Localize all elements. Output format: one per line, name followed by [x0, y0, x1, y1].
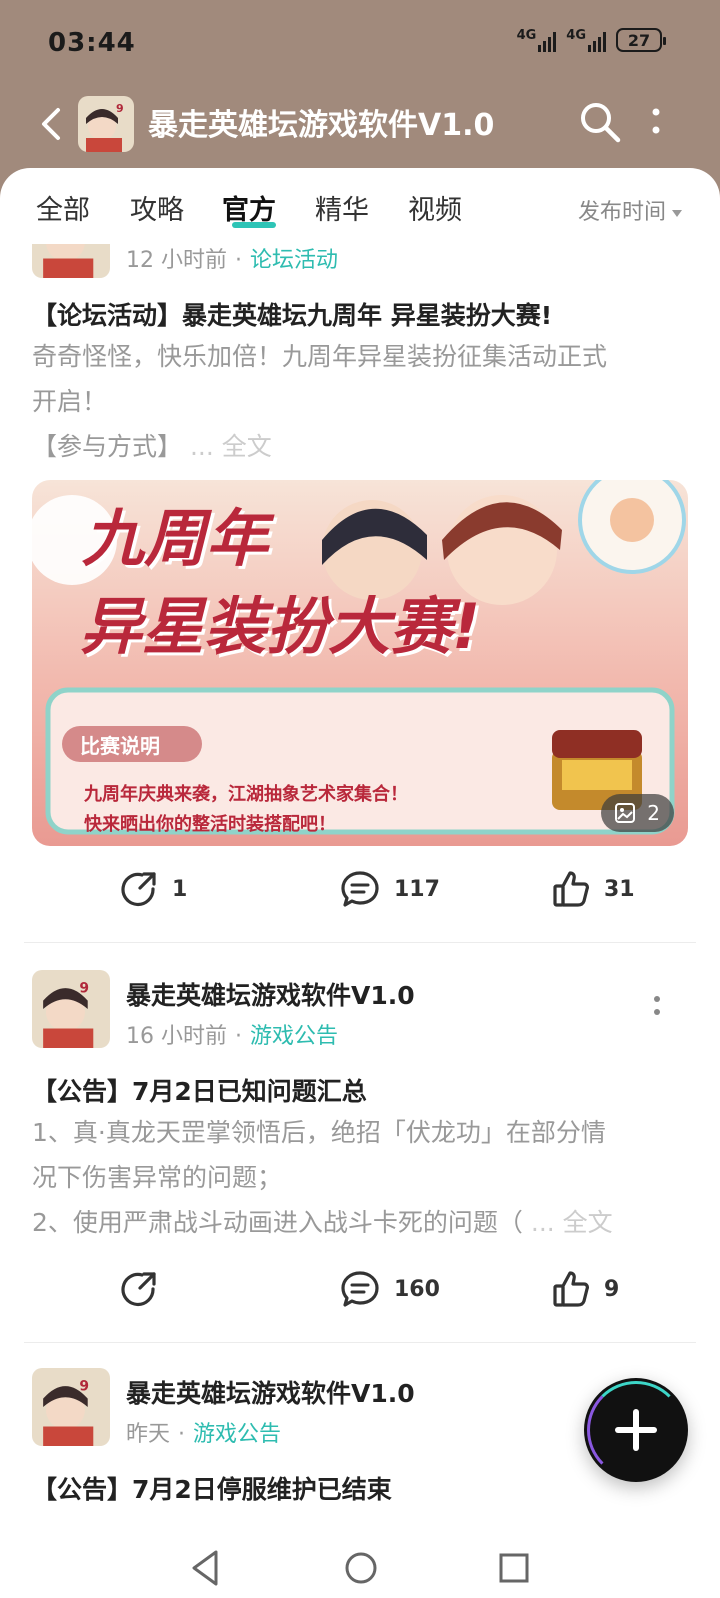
- excerpt-line: 2、使用严肃战斗动画进入战斗卡死的问题（: [32, 1208, 523, 1237]
- excerpt-line: 1、真·真龙天罡掌领悟后，绝招「伏龙功」在部分情: [32, 1118, 606, 1147]
- nav-recents-icon[interactable]: [496, 1548, 532, 1588]
- read-more-link[interactable]: 全文: [222, 432, 272, 461]
- post-time: 12 小时前: [126, 248, 227, 273]
- post-divider: [24, 942, 696, 943]
- tab-all[interactable]: 全部: [36, 188, 90, 227]
- thumbs-up-icon: [553, 1271, 589, 1307]
- post-feed[interactable]: 12 小时前 · 论坛活动 【论坛活动】暴走英雄坛九周年 异星装扮大赛! 奇奇怪怪，…: [0, 244, 720, 1548]
- post-category[interactable]: 游戏公告: [250, 1024, 338, 1049]
- like-count: 9: [604, 1276, 620, 1302]
- like-count: 31: [604, 876, 635, 902]
- share-count: 1: [172, 876, 188, 902]
- avatar[interactable]: 9: [32, 1368, 110, 1446]
- post-excerpt[interactable]: 1、真·真龙天罡掌领悟后，绝招「伏龙功」在部分情 况下伤害异常的问题； 2、使用…: [32, 1110, 692, 1245]
- top-bar: 9 暴走英雄坛游戏软件V1.0: [0, 88, 720, 168]
- post-author[interactable]: 暴走英雄坛游戏软件V1.0: [126, 1374, 415, 1410]
- image-count-badge: 2: [601, 794, 674, 832]
- banner-desc: 九周年庆典来袭，江湖抽象艺术家集合！: [84, 784, 408, 805]
- comment-button[interactable]: 117: [340, 870, 440, 908]
- share-button[interactable]: [120, 1270, 158, 1308]
- svg-text:9: 9: [79, 1378, 89, 1394]
- banner-headline: 九周年: [82, 502, 269, 575]
- tab-featured[interactable]: 精华: [315, 188, 369, 227]
- battery-level: 27: [627, 30, 651, 50]
- status-time: 03:44: [48, 28, 136, 58]
- tab-bar: 全部 攻略 官方 精华 视频 发布时间: [0, 168, 720, 244]
- forum-title: 暴走英雄坛游戏软件V1.0: [148, 108, 495, 143]
- post-time: 16 小时前: [126, 1024, 227, 1049]
- excerpt-line: 况下伤害异常的问题；: [32, 1163, 283, 1192]
- post-meta: 16 小时前 · 游戏公告: [126, 1024, 339, 1049]
- post-time: 昨天: [126, 1422, 171, 1447]
- post-more-icon[interactable]: [652, 994, 662, 1024]
- fab-ring: [587, 1381, 685, 1479]
- nav-back-icon[interactable]: [188, 1548, 224, 1588]
- ellipsis: ...: [530, 1208, 563, 1237]
- content-panel: 全部 攻略 官方 精华 视频 发布时间 12 小时前 · 论坛活动 【论坛活动】暴走…: [0, 168, 720, 1548]
- like-button[interactable]: 31: [552, 870, 635, 908]
- banner-tag: 比赛说明: [80, 734, 160, 758]
- image-icon: [615, 803, 636, 823]
- comment-button[interactable]: 160: [340, 1270, 440, 1308]
- more-vertical-icon[interactable]: [648, 104, 664, 140]
- post-actions: 1 117 31: [0, 860, 720, 920]
- network-type: 4G: [566, 28, 586, 43]
- post-title[interactable]: 【论坛活动】暴走英雄坛九周年 异星装扮大赛!: [32, 296, 552, 332]
- like-button[interactable]: 9: [552, 1270, 619, 1308]
- banner-desc: 快来晒出你的整活时装搭配吧！: [84, 814, 336, 835]
- comment-icon: [341, 871, 379, 907]
- comment-count: 117: [394, 876, 440, 902]
- tab-video[interactable]: 视频: [408, 188, 462, 227]
- share-button[interactable]: 1: [120, 870, 187, 908]
- excerpt-line: 开启！: [32, 387, 108, 416]
- share-icon: [121, 872, 156, 907]
- post-actions: 160 9: [0, 1260, 720, 1320]
- post-title[interactable]: 【公告】7月2日停服维护已结束: [32, 1470, 392, 1506]
- svg-text:9: 9: [79, 980, 89, 996]
- dropdown-triangle-icon: [672, 209, 682, 217]
- back-arrow-icon[interactable]: [34, 104, 70, 144]
- status-bar: 03:44 4G 4G 27: [0, 0, 720, 88]
- share-icon: [121, 1272, 156, 1307]
- battery-icon: 27: [616, 28, 666, 52]
- ellipsis: ...: [189, 432, 222, 461]
- new-post-button[interactable]: [584, 1378, 688, 1482]
- active-tab-indicator: [232, 222, 276, 228]
- nav-home-icon[interactable]: [341, 1548, 381, 1588]
- post-category[interactable]: 游戏公告: [193, 1422, 281, 1447]
- image-count: 2: [647, 801, 660, 825]
- comment-count: 160: [394, 1276, 440, 1302]
- tab-guides[interactable]: 攻略: [130, 188, 184, 227]
- avatar[interactable]: 9: [32, 970, 110, 1048]
- signal-icon: 4G: [517, 28, 557, 52]
- post-meta: 昨天 · 游戏公告: [126, 1422, 282, 1447]
- read-more-link[interactable]: 全文: [563, 1208, 613, 1237]
- comment-icon: [341, 1271, 379, 1307]
- excerpt-line: 【参与方式】: [32, 432, 183, 461]
- system-nav-bar: [0, 1548, 720, 1598]
- app-icon[interactable]: 9: [78, 96, 134, 152]
- post-meta: 12 小时前 · 论坛活动: [126, 248, 339, 273]
- search-icon[interactable]: [578, 100, 622, 144]
- post-title[interactable]: 【公告】7月2日已知问题汇总: [32, 1072, 367, 1108]
- banner-headline: 异星装扮大赛!: [80, 590, 481, 663]
- post-banner-image[interactable]: 九周年 异星装扮大赛! 比赛说明 九周年庆典来袭，江湖抽象艺术家集合！ 快来晒出…: [32, 480, 688, 846]
- svg-text:9: 9: [116, 102, 124, 115]
- post-category[interactable]: 论坛活动: [250, 248, 338, 273]
- status-icons: 4G 4G 27: [517, 28, 666, 52]
- network-type: 4G: [516, 28, 537, 43]
- post-author[interactable]: 暴走英雄坛游戏软件V1.0: [126, 976, 415, 1012]
- sort-label: 发布时间: [577, 200, 666, 225]
- post-excerpt[interactable]: 奇奇怪怪，快乐加倍！九周年异星装扮征集活动正式 开启！ 【参与方式】 ... 全…: [32, 334, 692, 469]
- excerpt-line: 奇奇怪怪，快乐加倍！九周年异星装扮征集活动正式: [32, 342, 608, 371]
- signal-icon: 4G: [566, 28, 606, 52]
- avatar[interactable]: [32, 244, 110, 278]
- post-divider: [24, 1342, 696, 1343]
- thumbs-up-icon: [553, 871, 589, 907]
- sort-dropdown[interactable]: 发布时间: [578, 194, 682, 226]
